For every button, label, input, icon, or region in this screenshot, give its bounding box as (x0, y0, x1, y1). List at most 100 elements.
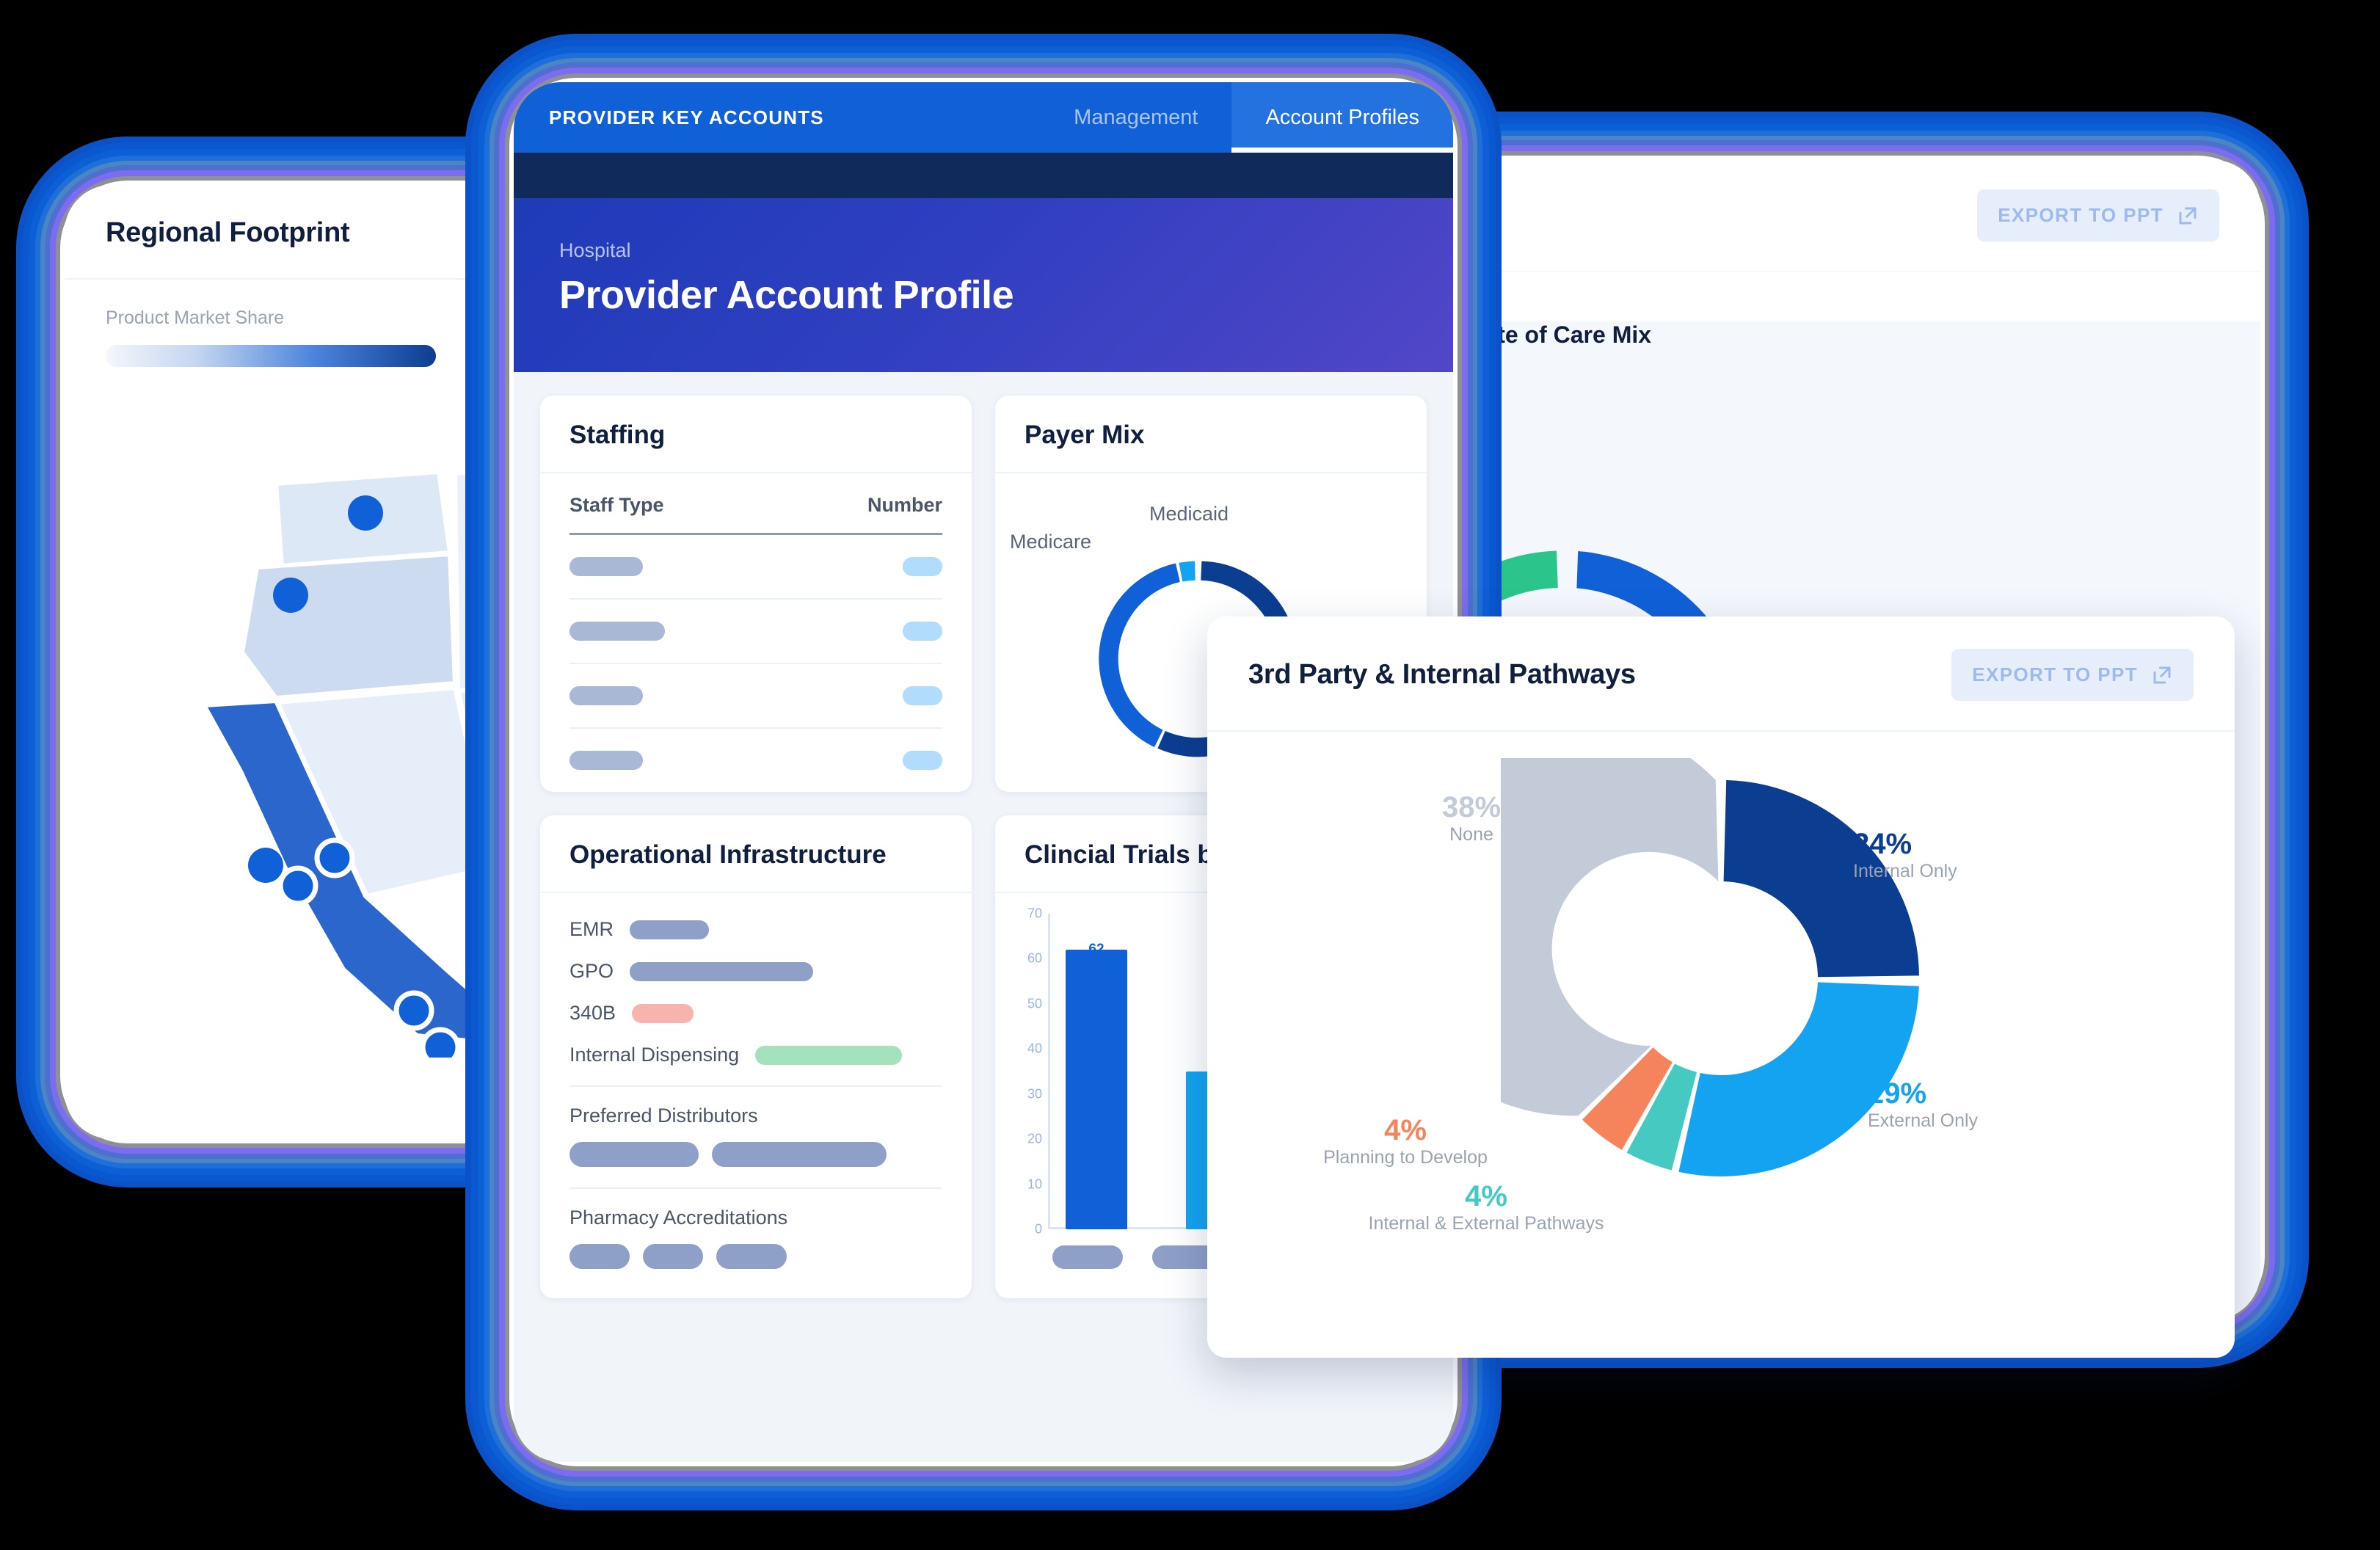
tab-account-profiles[interactable]: Account Profiles (1231, 82, 1453, 153)
accreditation-placeholder (643, 1244, 703, 1269)
bar-1 (1066, 950, 1127, 1229)
operational-label-gpo: GPO (569, 960, 614, 982)
payer-mix-card-header: Payer Mix (995, 396, 1427, 473)
pathways-callout-none: 38% None (1405, 790, 1537, 845)
map-marker (393, 990, 434, 1031)
pathways-callout-internal-external: 4% Internal & External Pathways (1354, 1179, 1618, 1234)
operational-infrastructure-card: Operational Infrastructure EMR GPO 340B (540, 815, 972, 1298)
page-title: Regional Footprint (106, 217, 350, 248)
map-marker (348, 495, 383, 531)
column-header-staff-type: Staff Type (569, 494, 664, 516)
pathways-percent-internal-only: 24% (1853, 828, 1913, 860)
y-tick-10: 10 (1027, 1176, 1042, 1191)
hero-title: Provider Account Profile (559, 273, 1014, 317)
staff-type-placeholder (569, 557, 643, 576)
y-tick-30: 30 (1027, 1086, 1042, 1102)
pharmacy-accreditation-pills (569, 1244, 942, 1269)
donut-slice-medicare (1099, 563, 1180, 748)
staffing-table: Staff Type Number (540, 473, 972, 792)
hero-eyebrow: Hospital (559, 239, 631, 261)
map-marker (273, 578, 308, 613)
column-header-number: Number (867, 494, 942, 516)
tab-management[interactable]: Management (1040, 82, 1231, 153)
pathways-percent-none: 38% (1441, 791, 1502, 823)
map-marker (420, 1027, 461, 1058)
pathways-body: 24% Internal Only 29% External Only 38% … (1207, 719, 2235, 1311)
operational-value-placeholder (632, 1003, 694, 1023)
nav-accent-strip (514, 153, 1453, 198)
distributor-placeholder (712, 1142, 887, 1167)
payer-label-medicaid: Medicaid (1149, 503, 1229, 525)
operational-value-placeholder (630, 920, 709, 939)
pathways-donut-chart[interactable] (1375, 719, 1941, 1202)
staffing-card-header: Staffing (540, 396, 972, 473)
staff-type-placeholder (569, 751, 643, 770)
pathways-callout-external-only: 29% External Only (1868, 1077, 1978, 1132)
staff-number-placeholder (903, 557, 942, 576)
export-to-ppt-button[interactable]: EXPORT TO PPT (1951, 649, 2194, 701)
staff-type-placeholder (569, 686, 643, 705)
staffing-table-header: Staff Type Number (569, 473, 942, 535)
app-brand: PROVIDER KEY ACCOUNTS (549, 106, 824, 128)
y-axis-line (1048, 914, 1050, 1229)
operational-label-emr: EMR (569, 918, 614, 940)
divider (569, 1085, 942, 1087)
y-tick-70: 70 (1027, 906, 1042, 921)
pathways-percent-planning-to-develop: 4% (1384, 1114, 1427, 1146)
operational-value-placeholder (755, 1045, 903, 1065)
product-market-share-gradient-bar (106, 345, 436, 367)
pathways-callout-planning-to-develop: 4% Planning to Develop (1295, 1113, 1515, 1168)
pathways-caption-planning-to-develop: Planning to Develop (1323, 1147, 1488, 1168)
y-tick-60: 60 (1027, 950, 1042, 966)
screenshot-stage: Regional Footprint Product Market Share (0, 0, 2380, 1550)
distributor-placeholder (569, 1142, 699, 1167)
legend-placeholder (1052, 1245, 1123, 1269)
operational-row-internal-dispensing: Internal Dispensing (569, 1044, 942, 1066)
pathways-card: 3rd Party & Internal Pathways EXPORT TO … (1207, 616, 2235, 1358)
pathways-caption-external-only: External Only (1868, 1110, 1979, 1131)
y-tick-50: 50 (1027, 996, 1042, 1011)
donut-slice-medicaid (1179, 561, 1196, 582)
operational-row-emr: EMR (569, 918, 942, 941)
pathways-title: 3rd Party & Internal Pathways (1248, 659, 1636, 690)
export-button-label: EXPORT TO PPT (1972, 663, 2138, 685)
operational-label-internal-dispensing: Internal Dispensing (569, 1044, 740, 1066)
hero-banner: Hospital Provider Account Profile (514, 198, 1453, 372)
pathways-percent-internal-external: 4% (1465, 1180, 1507, 1212)
divider (569, 1187, 942, 1189)
accreditation-placeholder (716, 1244, 787, 1269)
export-button-label: EXPORT TO PPT (1998, 204, 2164, 226)
table-row (569, 664, 942, 729)
staff-number-placeholder (903, 686, 942, 705)
y-tick-0: 0 (1034, 1221, 1042, 1237)
accreditation-placeholder (569, 1244, 630, 1269)
table-row (569, 600, 942, 664)
map-marker (277, 865, 319, 906)
pathways-callout-internal-only: 24% Internal Only (1853, 827, 1957, 882)
y-tick-40: 40 (1027, 1041, 1042, 1056)
table-row (569, 535, 942, 600)
map-marker (314, 837, 355, 878)
staff-type-placeholder (569, 622, 665, 641)
pathways-caption-internal-external: Internal & External Pathways (1368, 1213, 1604, 1234)
operational-row-340b: 340B (569, 1002, 942, 1025)
staff-number-placeholder (903, 622, 942, 641)
operational-card-header: Operational Infrastructure (540, 815, 972, 893)
table-row (569, 729, 942, 792)
map-state-or (240, 552, 457, 700)
donut-slice-community-practices (1444, 550, 1558, 622)
y-tick-20: 20 (1027, 1131, 1042, 1146)
preferred-distributors-label: Preferred Distributors (569, 1105, 758, 1127)
operational-value-placeholder (630, 961, 814, 981)
pathways-card-header: 3rd Party & Internal Pathways EXPORT TO … (1207, 616, 2235, 732)
pharmacy-accreditations-label: Pharmacy Accreditations (569, 1207, 788, 1229)
map-marker (248, 848, 283, 883)
payer-label-medicare: Medicare (1010, 531, 1092, 553)
operational-row-gpo: GPO (569, 960, 942, 983)
top-navigation-bar: PROVIDER KEY ACCOUNTS Management Account… (514, 82, 1453, 153)
operational-label-340b: 340B (569, 1002, 616, 1024)
staffing-card: Staffing Staff Type Number (540, 396, 972, 792)
export-to-ppt-button[interactable]: EXPORT TO PPT (1977, 189, 2219, 241)
pathways-caption-internal-only: Internal Only (1853, 861, 1957, 881)
preferred-distributors-pills (569, 1142, 942, 1167)
